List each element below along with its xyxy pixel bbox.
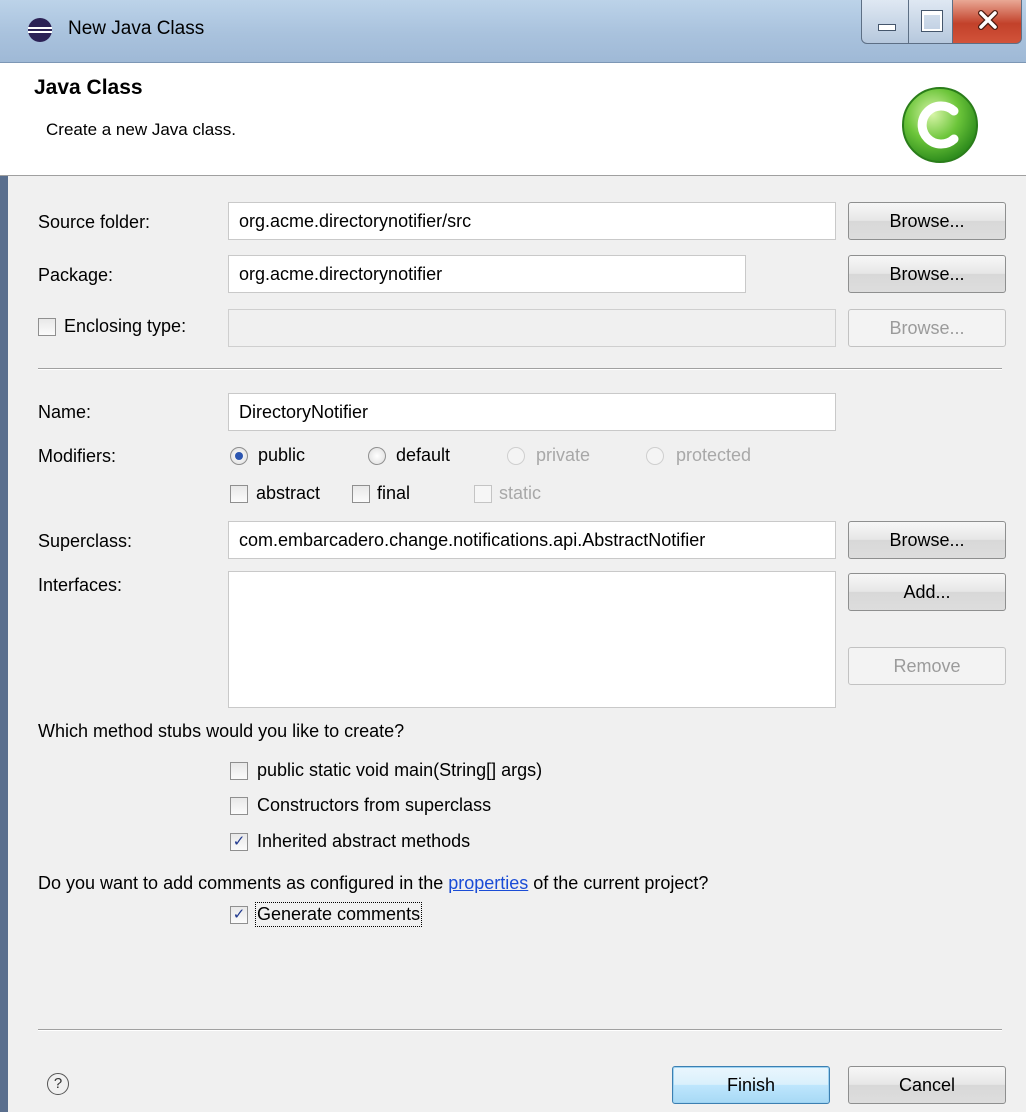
static-checkbox[interactable] (474, 485, 492, 503)
comments-question-text-end: of the current project? (528, 873, 709, 893)
page-description: Create a new Java class. (46, 120, 236, 139)
window-title: New Java Class (68, 18, 205, 39)
enclosing-type-field[interactable] (228, 309, 836, 347)
source-folder-browse-button[interactable]: Browse... (848, 202, 1006, 240)
generate-comments-label: Generate comments (254, 902, 423, 927)
package-browse-button[interactable]: Browse... (848, 255, 1006, 293)
comments-question: Do you want to add comments as configure… (38, 873, 708, 894)
interfaces-add-button[interactable]: Add... (848, 573, 1006, 611)
minimize-button[interactable] (861, 0, 909, 44)
interfaces-remove-button[interactable]: Remove (848, 647, 1006, 685)
maximize-icon (922, 11, 942, 31)
package-field[interactable]: org.acme.directorynotifier (228, 255, 746, 293)
new-class-icon (902, 87, 978, 163)
radio-public-label: public (258, 445, 306, 465)
cancel-button[interactable]: Cancel (848, 1066, 1006, 1104)
radio-default-label: default (396, 445, 451, 465)
window-frame-left (0, 176, 8, 1112)
radio-private[interactable] (507, 447, 525, 465)
main-method-label: public static void main(String[] args) (257, 760, 543, 780)
constructors-label: Constructors from superclass (257, 795, 492, 815)
stubs-question: Which method stubs would you like to cre… (38, 721, 405, 741)
superclass-browse-button[interactable]: Browse... (848, 521, 1006, 559)
comments-question-text: Do you want to add comments as configure… (38, 873, 449, 893)
final-checkbox[interactable] (352, 485, 370, 503)
abstract-label: abstract (256, 483, 321, 503)
generate-comments-checkbox[interactable]: ✓ (230, 906, 248, 924)
radio-protected[interactable] (646, 447, 664, 465)
static-label: static (499, 483, 542, 503)
close-button[interactable] (952, 0, 1022, 44)
inherited-methods-label: Inherited abstract methods (257, 831, 471, 851)
modifiers-label: Modifiers: (38, 446, 117, 466)
footer-separator (38, 1029, 1002, 1031)
name-label: Name: (38, 402, 92, 422)
abstract-checkbox[interactable] (230, 485, 248, 503)
page-title: Java Class (34, 76, 143, 99)
name-field[interactable]: DirectoryNotifier (228, 393, 836, 431)
superclass-field[interactable]: com.embarcadero.change.notifications.api… (228, 521, 836, 559)
radio-private-label: private (536, 445, 591, 465)
interfaces-label: Interfaces: (38, 575, 123, 595)
radio-public[interactable] (230, 447, 248, 465)
package-label: Package: (38, 265, 114, 285)
main-method-checkbox[interactable] (230, 762, 248, 780)
maximize-button[interactable] (908, 0, 953, 44)
superclass-label: Superclass: (38, 531, 133, 551)
radio-protected-label: protected (676, 445, 752, 465)
source-folder-label: Source folder: (38, 212, 151, 232)
close-icon (978, 10, 998, 30)
inherited-methods-checkbox[interactable]: ✓ (230, 833, 248, 851)
finish-button[interactable]: Finish (672, 1066, 830, 1104)
enclosing-type-browse-button[interactable]: Browse... (848, 309, 1006, 347)
source-folder-field[interactable]: org.acme.directorynotifier/src (228, 202, 836, 240)
properties-link[interactable]: properties (448, 873, 528, 893)
radio-default[interactable] (368, 447, 386, 465)
separator (38, 368, 1002, 370)
enclosing-type-label: Enclosing type: (64, 316, 187, 336)
minimize-icon (878, 24, 896, 31)
help-icon[interactable]: ? (47, 1073, 69, 1095)
final-label: final (377, 483, 411, 503)
enclosing-type-checkbox[interactable] (38, 318, 56, 336)
eclipse-icon (28, 18, 52, 42)
constructors-checkbox[interactable] (230, 797, 248, 815)
interfaces-list[interactable] (228, 571, 836, 708)
